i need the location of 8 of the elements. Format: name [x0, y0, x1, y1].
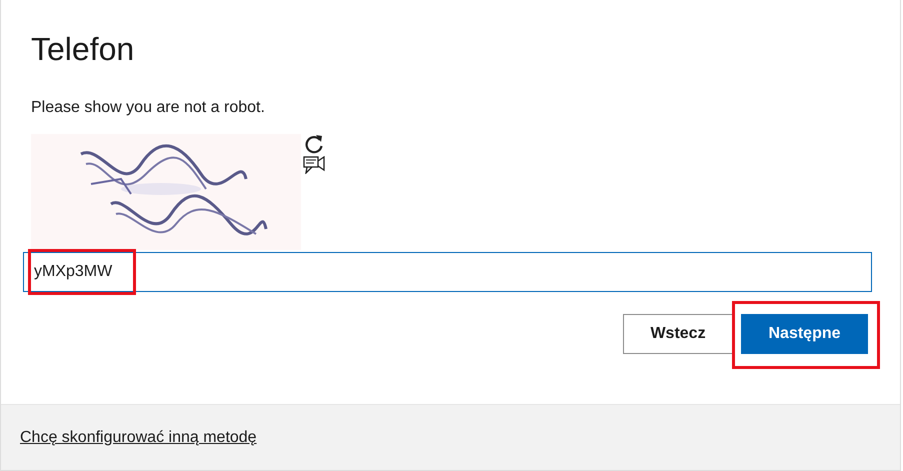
refresh-icon[interactable]: [303, 134, 325, 154]
prompt-text: Please show you are not a robot.: [31, 98, 266, 118]
page-title: Telefon: [31, 30, 136, 68]
next-button[interactable]: Następne: [741, 314, 868, 354]
audio-icon[interactable]: [303, 156, 325, 174]
answer-field[interactable]: yMXp3MW: [23, 252, 872, 292]
other-method-link[interactable]: Chcę skonfigurować inną metodę: [20, 426, 257, 450]
back-button[interactable]: Wstecz: [623, 314, 733, 354]
